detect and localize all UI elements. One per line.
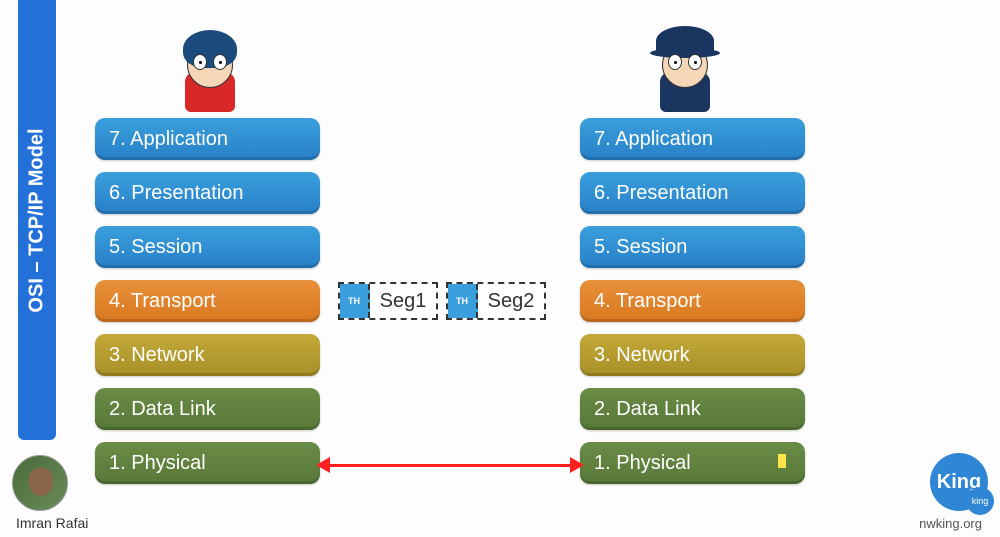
layer-presentation: 6. Presentation [95, 172, 320, 214]
layer-application: 7. Application [580, 118, 805, 160]
layer-network: 3. Network [95, 334, 320, 376]
layer-presentation: 6. Presentation [580, 172, 805, 214]
segment-2: TH Seg2 [446, 282, 546, 320]
author-name: Imran Rafai [16, 515, 88, 531]
character-sender-icon [175, 22, 245, 112]
segment-payload-label: Seg2 [478, 284, 544, 318]
osi-stack-left: 7. Application 6. Presentation 5. Sessio… [95, 118, 320, 496]
layer-datalink: 2. Data Link [95, 388, 320, 430]
sidebar-title: OSI – TCP/IP Model [26, 128, 49, 312]
segment-1: TH Seg1 [338, 282, 438, 320]
transport-segments: TH Seg1 TH Seg2 [338, 282, 546, 320]
layer-session: 5. Session [95, 226, 320, 268]
layer-network: 3. Network [580, 334, 805, 376]
sidebar-title-bar: OSI – TCP/IP Model [18, 0, 56, 440]
author-avatar-icon [12, 455, 68, 511]
segment-payload-label: Seg1 [370, 284, 436, 318]
layer-physical: 1. Physical [580, 442, 805, 484]
layer-transport: 4. Transport [95, 280, 320, 322]
brand-site-url: nwking.org [919, 516, 982, 531]
layer-transport: 4. Transport [580, 280, 805, 322]
layer-datalink: 2. Data Link [580, 388, 805, 430]
segment-header-label: TH [448, 284, 478, 318]
cursor-icon [778, 454, 786, 468]
layer-session: 5. Session [580, 226, 805, 268]
osi-stack-right: 7. Application 6. Presentation 5. Sessio… [580, 118, 805, 496]
brand-sublogo-icon: king [966, 487, 994, 515]
segment-header-label: TH [340, 284, 370, 318]
layer-physical: 1. Physical [95, 442, 320, 484]
layer-application: 7. Application [95, 118, 320, 160]
character-receiver-icon [650, 22, 720, 112]
physical-link-arrow-icon [328, 464, 572, 467]
